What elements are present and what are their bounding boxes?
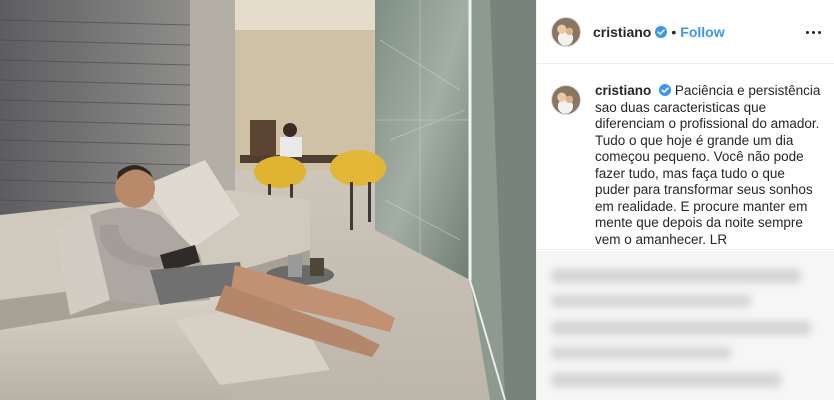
caption-comment: cristiano Paciência e persistência sao d… [551, 83, 821, 248]
more-options-icon[interactable] [803, 22, 823, 42]
avatar[interactable] [551, 16, 581, 47]
photo-of-man-reading-on-sofa-icon [0, 0, 536, 400]
caption-username[interactable]: cristiano [595, 83, 651, 98]
verified-badge-icon [655, 25, 668, 38]
post-side-panel: cristiano • Follow cristiano Paciência e… [536, 0, 834, 400]
post-header: cristiano • Follow [537, 0, 834, 64]
post-photo[interactable] [0, 0, 536, 400]
header-username[interactable]: cristiano [593, 24, 651, 40]
verified-badge-icon [659, 84, 672, 96]
blurred-content-area [537, 251, 834, 400]
avatar[interactable] [551, 85, 581, 115]
separator-dot: • [671, 23, 677, 40]
comments-section: cristiano Paciência e persistência sao d… [537, 65, 834, 250]
caption-text: cristiano Paciência e persistência sao d… [595, 83, 821, 248]
follow-button[interactable]: Follow [680, 24, 724, 40]
caption-body: Paciência e persistência sao duas caract… [595, 83, 821, 247]
